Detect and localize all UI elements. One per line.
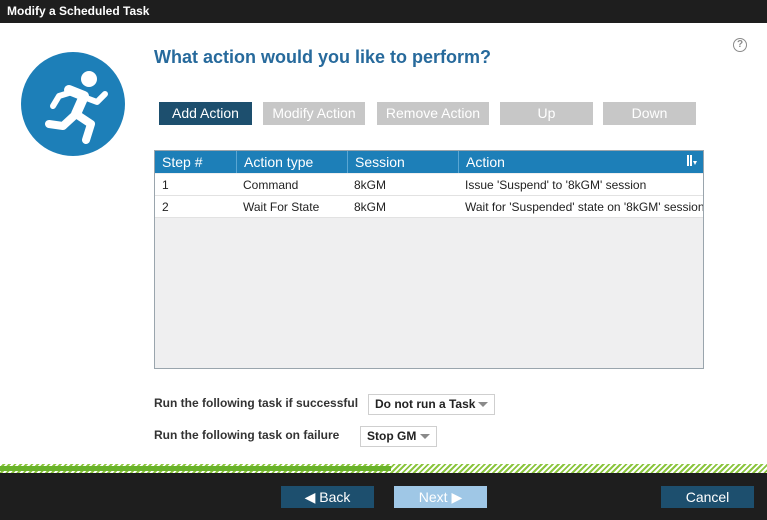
help-icon[interactable]: ? <box>733 38 747 52</box>
on-failure-select[interactable]: Stop GM <box>360 426 437 447</box>
remove-action-button[interactable]: Remove Action <box>377 102 489 125</box>
column-header-step[interactable]: Step # <box>155 151 236 173</box>
page-title: What action would you like to perform? <box>154 47 492 67</box>
cell-action: Wait for 'Suspended' state on '8kGM' ses… <box>465 200 703 214</box>
on-failure-label: Run the following task on failure <box>154 428 340 442</box>
cell-step: 2 <box>162 200 169 214</box>
running-person-icon <box>21 52 125 156</box>
chevron-down-icon <box>478 402 488 407</box>
chevron-down-icon <box>420 434 430 439</box>
cell-action-type: Wait For State <box>243 200 320 214</box>
table-row[interactable]: 2 Wait For State 8kGM Wait for 'Suspende… <box>155 196 703 218</box>
up-button[interactable]: Up <box>500 102 593 125</box>
column-chooser-icon[interactable] <box>686 155 698 167</box>
on-success-value: Do not run a Task <box>375 397 476 411</box>
modify-action-button[interactable]: Modify Action <box>263 102 365 125</box>
cell-session: 8kGM <box>354 178 387 192</box>
on-success-select[interactable]: Do not run a Task <box>368 394 495 415</box>
column-header-action[interactable]: Action <box>458 151 703 173</box>
back-button[interactable]: ◀ Back <box>281 486 374 508</box>
cell-action-type: Command <box>243 178 299 192</box>
cell-action: Issue 'Suspend' to '8kGM' session <box>465 178 647 192</box>
table-header: Step # Action type Session Action <box>155 151 703 173</box>
cancel-button[interactable]: Cancel <box>661 486 754 508</box>
on-success-label: Run the following task if successful <box>154 396 359 410</box>
actions-table: Step # Action type Session Action 1 Comm… <box>154 150 704 369</box>
add-action-button[interactable]: Add Action <box>159 102 252 125</box>
column-header-action-type[interactable]: Action type <box>236 151 347 173</box>
down-button[interactable]: Down <box>603 102 696 125</box>
table-row[interactable]: 1 Command 8kGM Issue 'Suspend' to '8kGM'… <box>155 174 703 196</box>
wizard-progress-bar <box>0 464 767 473</box>
column-header-session[interactable]: Session <box>347 151 458 173</box>
cell-session: 8kGM <box>354 200 387 214</box>
wizard-progress-fill <box>0 466 391 471</box>
on-failure-value: Stop GM <box>367 429 417 443</box>
cell-step: 1 <box>162 178 169 192</box>
next-button[interactable]: Next ▶ <box>394 486 487 508</box>
wizard-footer: ◀ Back Next ▶ Cancel <box>0 473 767 520</box>
window-title: Modify a Scheduled Task <box>0 0 767 23</box>
